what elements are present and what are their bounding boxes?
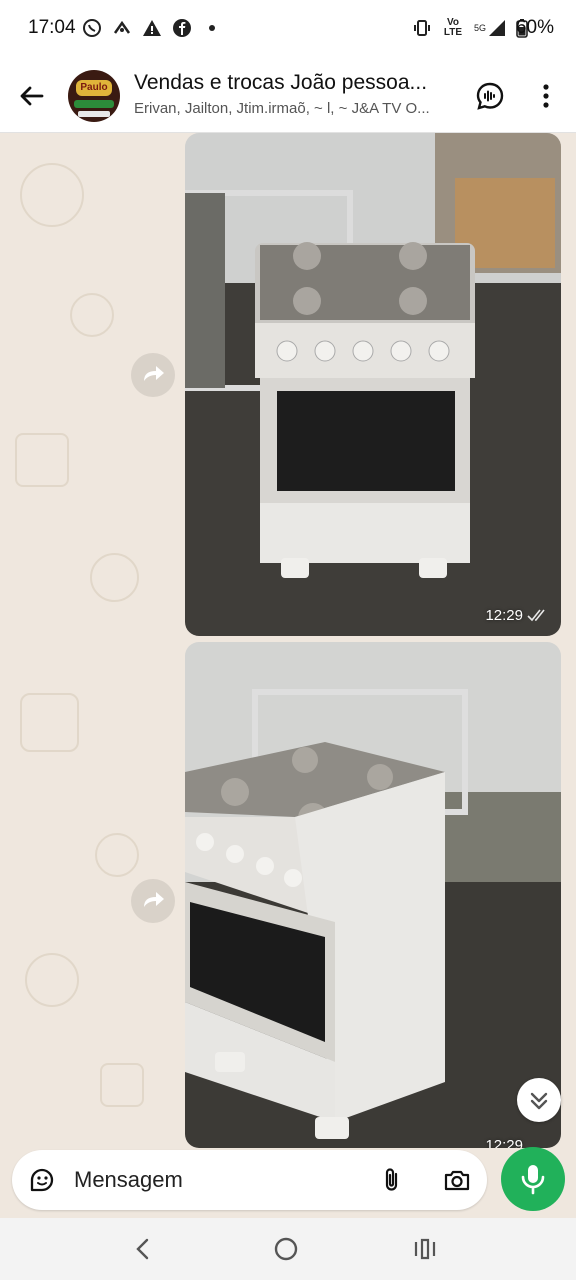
camera-icon[interactable] xyxy=(442,1166,472,1194)
sticker-emoji-icon[interactable] xyxy=(28,1166,56,1194)
message-composer[interactable]: Mensagem xyxy=(12,1150,487,1210)
microphone-icon xyxy=(521,1165,545,1195)
nav-back-icon[interactable] xyxy=(128,1234,158,1264)
nav-recents-icon[interactable] xyxy=(410,1234,440,1264)
status-time: 17:04 xyxy=(28,17,76,38)
warning-icon xyxy=(143,20,161,36)
stove-photo xyxy=(185,642,561,1148)
avatar-text: Paulo xyxy=(76,80,112,96)
forward-button[interactable] xyxy=(131,879,175,923)
forward-icon xyxy=(144,366,164,381)
image-message[interactable]: 12:29 xyxy=(185,642,561,1148)
stove-photo xyxy=(185,133,561,636)
scroll-to-bottom-button[interactable] xyxy=(517,1078,561,1122)
message-input[interactable]: Mensagem xyxy=(74,1167,183,1193)
system-navigation-bar xyxy=(0,1218,576,1280)
facebook-icon xyxy=(173,19,191,37)
double-chevron-down-icon xyxy=(530,1092,548,1110)
more-options-icon[interactable] xyxy=(530,80,562,112)
signal-app-icon xyxy=(113,20,131,34)
chat-area[interactable]: 12:29 12:29 xyxy=(0,133,576,1148)
vibrate-icon xyxy=(413,20,430,36)
5g-signal-icon: 5G xyxy=(474,19,506,37)
whatsapp-icon xyxy=(83,19,101,37)
dot-icon xyxy=(209,25,215,31)
attach-icon[interactable] xyxy=(378,1166,406,1194)
status-bar: 17:04 Vo LTE 5G 60% xyxy=(0,0,576,58)
nav-home-icon[interactable] xyxy=(271,1234,301,1264)
voice-chat-icon[interactable] xyxy=(474,80,506,112)
group-avatar[interactable]: Paulo xyxy=(68,70,120,122)
chat-header: Paulo Vendas e trocas João pessoa... Eri… xyxy=(0,58,576,133)
forward-button[interactable] xyxy=(131,353,175,397)
forward-icon xyxy=(144,892,164,907)
battery-percent: 60% xyxy=(515,17,554,38)
network-label: 5G xyxy=(473,23,486,33)
image-message[interactable]: 12:29 xyxy=(185,133,561,636)
message-time: 12:29 xyxy=(485,607,523,624)
voice-message-button[interactable] xyxy=(501,1147,565,1211)
volte-icon: Vo LTE xyxy=(443,17,463,38)
chat-members[interactable]: Erivan, Jailton, Jtim.irmaõ, ~ l, ~ J&A … xyxy=(134,100,456,117)
back-arrow-icon[interactable] xyxy=(18,82,46,110)
read-receipt-icon xyxy=(527,609,545,622)
chat-title[interactable]: Vendas e trocas João pessoa... xyxy=(134,71,464,95)
